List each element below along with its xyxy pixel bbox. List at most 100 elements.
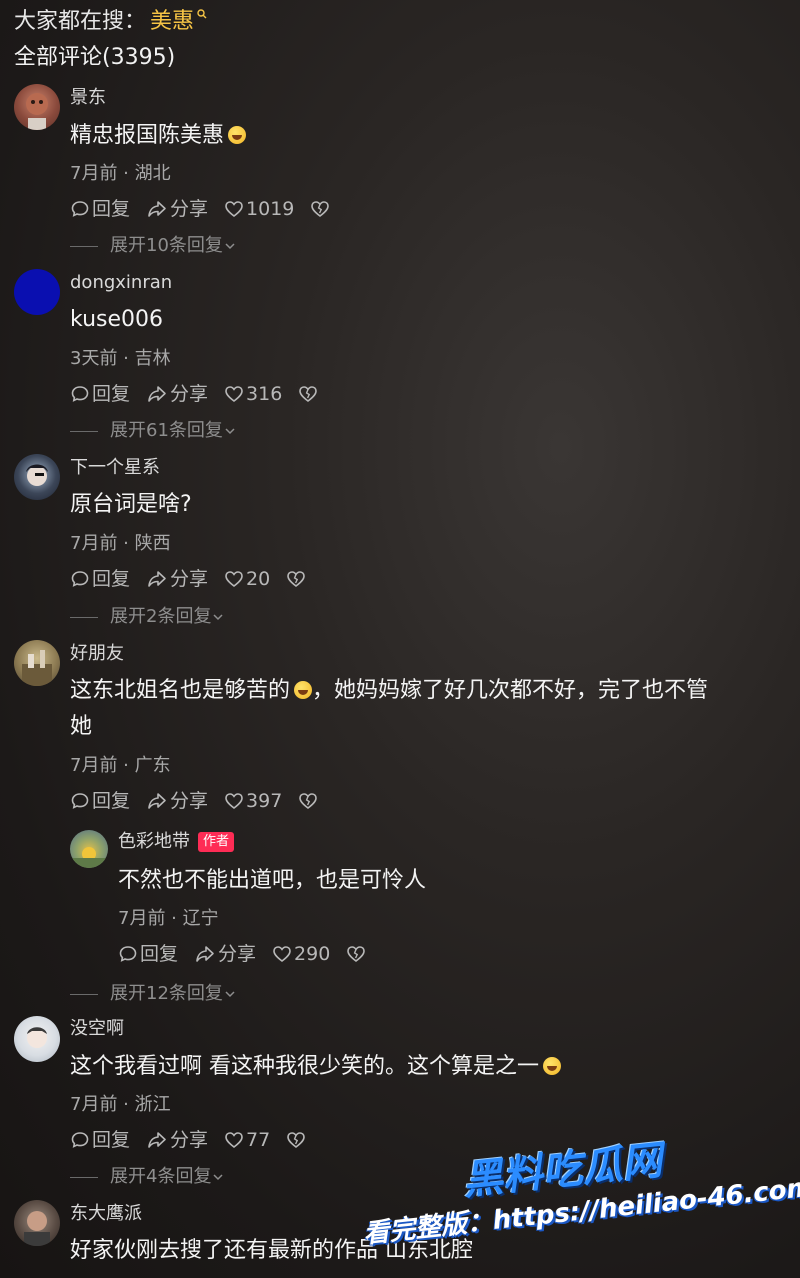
reply-meta: 7月前 · 辽宁 bbox=[118, 908, 219, 929]
dislike-button[interactable] bbox=[310, 199, 332, 219]
heart-icon bbox=[225, 386, 243, 403]
like-count: 20 bbox=[246, 568, 271, 590]
avatar[interactable] bbox=[14, 269, 60, 315]
share-arrow-icon bbox=[196, 946, 214, 962]
like-button[interactable]: 290 bbox=[272, 942, 330, 966]
share-button[interactable]: 分享 bbox=[194, 942, 256, 966]
comment-meta: 7月前 · 陕西 bbox=[70, 533, 171, 554]
chevron-down-icon bbox=[225, 991, 235, 998]
reply-button[interactable]: 回复 bbox=[70, 197, 130, 221]
expand-replies-button[interactable]: 展开12条回复 bbox=[70, 982, 237, 1006]
comment-count-title: 全部评论(3395) bbox=[14, 45, 176, 70]
like-count: 290 bbox=[294, 943, 331, 965]
reply-button[interactable]: 回复 bbox=[118, 942, 178, 966]
reply-button[interactable]: 回复 bbox=[70, 1128, 130, 1152]
broken-heart-icon bbox=[287, 571, 306, 588]
reply-content: 不然也不能出道吧，也是可怜人 bbox=[118, 868, 427, 893]
dislike-button[interactable] bbox=[346, 944, 368, 964]
hot-search-bar[interactable]: 大家都在搜： 美惠 bbox=[14, 6, 207, 38]
share-button[interactable]: 分享 bbox=[146, 789, 208, 813]
share-arrow-icon bbox=[148, 571, 166, 587]
divider bbox=[70, 1176, 98, 1178]
comment-bubble-icon bbox=[119, 946, 137, 962]
comment-actions: 回复 分享 397 bbox=[70, 789, 336, 813]
dislike-button[interactable] bbox=[286, 569, 308, 589]
divider bbox=[70, 993, 98, 995]
divider bbox=[70, 616, 98, 618]
heart-icon bbox=[225, 793, 243, 810]
like-button[interactable]: 316 bbox=[224, 382, 282, 406]
like-count: 77 bbox=[246, 1129, 271, 1151]
comment-meta: 7月前 · 湖北 bbox=[70, 163, 171, 184]
reply-avatar[interactable] bbox=[70, 830, 108, 868]
dislike-button[interactable] bbox=[298, 384, 320, 404]
reply-button[interactable]: 回复 bbox=[70, 382, 130, 406]
comment-content: 原台词是啥? bbox=[70, 492, 192, 517]
avatar[interactable] bbox=[14, 640, 60, 686]
share-arrow-icon bbox=[148, 201, 166, 217]
laughing-emoji-icon bbox=[228, 126, 247, 144]
expand-replies-button[interactable]: 展开4条回复 bbox=[70, 1165, 225, 1189]
watermark: 黑料吃瓜网 看完整版：https://heiliao-46.com bbox=[362, 1138, 800, 1258]
laughing-emoji-icon bbox=[543, 1057, 561, 1075]
share-button[interactable]: 分享 bbox=[146, 567, 208, 591]
share-button[interactable]: 分享 bbox=[146, 382, 208, 406]
heart-icon bbox=[225, 571, 243, 588]
comment-content: kuse006 bbox=[70, 307, 163, 332]
comment-username[interactable]: dongxinran bbox=[70, 271, 172, 295]
expand-replies-button[interactable]: 展开10条回复 bbox=[70, 234, 237, 258]
comment-content: 这东北姐名也是够苦的 ，她妈妈嫁了好几次都不好，完了也不管 她 bbox=[70, 678, 709, 739]
sweat-smile-emoji-icon bbox=[294, 681, 313, 699]
reply-button[interactable]: 回复 bbox=[70, 567, 130, 591]
dislike-button[interactable] bbox=[298, 791, 320, 811]
expand-replies-button[interactable]: 展开61条回复 bbox=[70, 419, 237, 443]
share-arrow-icon bbox=[148, 386, 166, 402]
comment-content: 这个我看过啊 看这种我很少笑的。这个算是之一 bbox=[70, 1049, 561, 1085]
comment-meta: 3天前 · 吉林 bbox=[70, 348, 171, 369]
like-button[interactable]: 20 bbox=[224, 567, 270, 591]
like-count: 1019 bbox=[246, 198, 295, 220]
avatar[interactable] bbox=[14, 1016, 60, 1062]
heart-icon bbox=[225, 201, 243, 218]
comment-bubble-icon bbox=[71, 793, 89, 809]
avatar[interactable] bbox=[14, 84, 60, 130]
like-button[interactable]: 397 bbox=[224, 789, 282, 813]
share-arrow-icon bbox=[148, 1132, 166, 1148]
like-button[interactable]: 77 bbox=[224, 1128, 270, 1152]
divider bbox=[70, 245, 98, 247]
comment-username[interactable]: 下一个星系 bbox=[70, 456, 160, 480]
comment-username[interactable]: 景东 bbox=[70, 86, 106, 110]
reply-button[interactable]: 回复 bbox=[70, 789, 130, 813]
chevron-down-icon bbox=[213, 614, 223, 621]
broken-heart-icon bbox=[311, 201, 330, 218]
broken-heart-icon bbox=[299, 386, 318, 403]
avatar[interactable] bbox=[14, 1200, 60, 1246]
like-button[interactable]: 1019 bbox=[224, 197, 294, 221]
heart-icon bbox=[225, 1132, 243, 1149]
comment-username[interactable]: 东大鹰派 bbox=[70, 1202, 142, 1226]
broken-heart-icon bbox=[299, 793, 318, 810]
expand-replies-button[interactable]: 展开2条回复 bbox=[70, 605, 225, 629]
broken-heart-icon bbox=[347, 946, 366, 963]
chevron-down-icon bbox=[225, 243, 235, 250]
share-button[interactable]: 分享 bbox=[146, 1128, 208, 1152]
comment-content: 精忠报国陈美惠 bbox=[70, 118, 247, 154]
chevron-down-icon bbox=[213, 1174, 223, 1181]
comment-actions: 回复 分享 1019 bbox=[70, 197, 348, 221]
search-icon[interactable] bbox=[197, 9, 207, 19]
comment-meta: 7月前 · 广东 bbox=[70, 755, 171, 776]
comment-meta: 7月前 · 浙江 bbox=[70, 1094, 171, 1115]
like-count: 316 bbox=[246, 383, 283, 405]
reply-username[interactable]: 色彩地带 作者 bbox=[118, 830, 235, 854]
comment-bubble-icon bbox=[71, 201, 89, 217]
comment-actions: 回复 分享 77 bbox=[70, 1128, 324, 1152]
comment-username[interactable]: 好朋友 bbox=[70, 642, 124, 666]
broken-heart-icon bbox=[287, 1132, 306, 1149]
hot-search-prefix: 大家都在搜： bbox=[14, 9, 147, 34]
avatar[interactable] bbox=[14, 454, 60, 500]
comment-bubble-icon bbox=[71, 571, 89, 587]
hot-search-keyword[interactable]: 美惠 bbox=[150, 6, 194, 38]
comment-username[interactable]: 没空啊 bbox=[70, 1017, 124, 1041]
share-button[interactable]: 分享 bbox=[146, 197, 208, 221]
dislike-button[interactable] bbox=[286, 1130, 308, 1150]
